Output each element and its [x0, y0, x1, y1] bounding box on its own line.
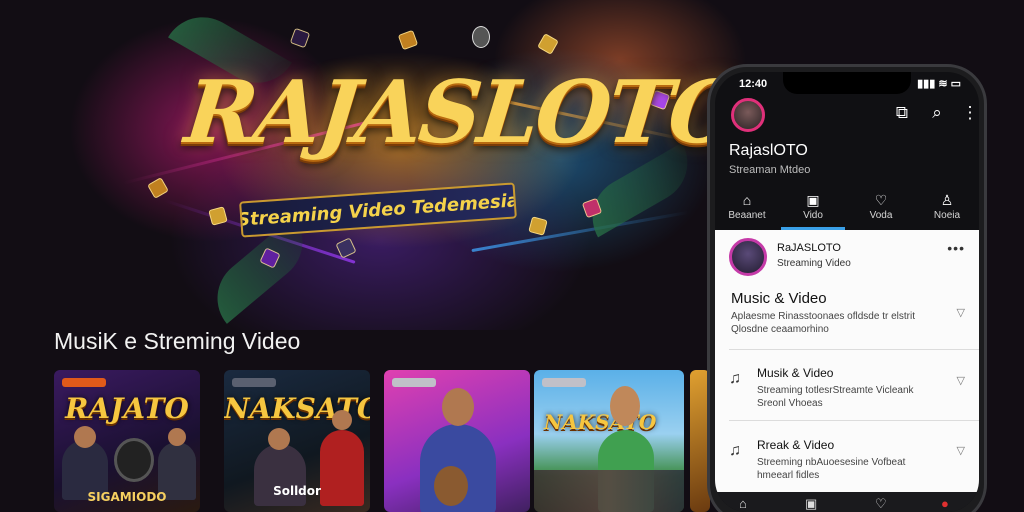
status-bar: 12:40 ▮▮▮ ≋ ▭ [715, 72, 979, 94]
channel-avatar[interactable] [731, 98, 765, 132]
slot-chip-icon [208, 206, 228, 226]
list-item-title[interactable]: Rreak & Video [757, 438, 834, 452]
more-icon[interactable]: ⋮ [959, 102, 979, 124]
microphone-icon [472, 26, 490, 48]
divider [729, 349, 979, 350]
home-icon: ⌂ [742, 192, 752, 208]
tab-label: Voda [869, 210, 893, 221]
tab-home[interactable]: ⌂ Beaanet [715, 186, 779, 230]
slot-chip-icon [537, 33, 559, 55]
video-card[interactable]: NAKSATO [534, 370, 684, 512]
rajasloto-logo: RAJASLOTO [180, 62, 747, 163]
performer-head [74, 426, 96, 448]
crowd-figure [534, 470, 684, 512]
chevron-down-icon[interactable]: ▽ [957, 444, 965, 457]
bell-icon[interactable]: ♫ [729, 442, 741, 460]
cast-icon[interactable]: ⧉ [891, 102, 913, 124]
card-caption: SIGAMIODO [87, 490, 167, 504]
post-avatar[interactable] [729, 238, 767, 276]
content-panel: RaJASLOTO Streaming Video ••• Music & Vi… [715, 230, 979, 492]
tab-profile[interactable]: ♙ Noeia [915, 186, 979, 230]
performer-head [268, 428, 290, 450]
performer-head [442, 388, 474, 426]
video-icon: ▣ [806, 192, 820, 208]
list-item-title[interactable]: Musik & Video [757, 366, 833, 380]
card-badge [542, 378, 586, 387]
video-card[interactable] [384, 370, 530, 512]
post-author[interactable]: RaJASLOTO [777, 242, 841, 254]
nav-home-icon[interactable]: ⌂ [739, 496, 747, 511]
channel-title: RajaslOTO [729, 142, 808, 159]
card-art-title: RAJATO [65, 392, 189, 425]
list-item-title[interactable]: Music & Video [731, 290, 827, 307]
list-item-desc: hmeearl fidles [757, 470, 820, 481]
list-item-desc: Aplaesme Rinasstoonaes ofldsde tr elstri… [731, 311, 915, 322]
status-icons: ▮▮▮ ≋ ▭ [917, 78, 961, 90]
speaker-figure [114, 438, 154, 482]
video-card[interactable]: NAKSATO Solldor [224, 370, 370, 512]
tab-favorites[interactable]: ♡ Voda [849, 186, 913, 230]
list-item-desc: Streaming totlesrStreamte Vicleank [757, 385, 914, 396]
more-options-icon[interactable]: ••• [947, 240, 965, 256]
nav-video-icon[interactable]: ▣ [805, 496, 817, 512]
channel-tabs: ⌂ Beaanet ▣ Vido ♡ Voda ♙ Noeia [715, 186, 979, 230]
tab-label: Beaanet [728, 210, 766, 221]
guitar-figure [434, 466, 468, 506]
video-card[interactable]: RAJATO SIGAMIODO [54, 370, 200, 512]
tab-label: Noeia [933, 210, 961, 221]
post-subtitle: Streaming Video [777, 258, 851, 269]
phone-screen: 12:40 ▮▮▮ ≋ ▭ ⧉ ⌕ ⋮ RajaslOTO Streaman M… [715, 72, 979, 512]
slot-chip-icon [147, 177, 169, 199]
nav-record-icon[interactable]: ● [941, 496, 949, 511]
bottom-nav: ⌂ ▣ ♡ ● [715, 492, 979, 512]
chevron-down-icon[interactable]: ▽ [957, 306, 965, 319]
card-badge [392, 378, 436, 387]
slot-chip-icon [397, 29, 419, 51]
tab-label: Vido [803, 210, 823, 221]
card-badge [62, 378, 106, 387]
performer-head [610, 386, 640, 426]
card-art-title: NAKSATO [544, 410, 657, 434]
performer-head [332, 410, 352, 430]
list-item-desc: Qlosdne ceaamorhino [731, 324, 829, 335]
heart-icon: ♡ [874, 192, 888, 208]
section-title: MusiK e Streming Video [54, 328, 301, 354]
list-item-desc: Streeming nbAuoesesine Vofbeat [757, 457, 906, 468]
search-icon[interactable]: ⌕ [926, 102, 948, 124]
divider [729, 420, 979, 421]
tagline-ribbon: Streaming Video Tedemesia [239, 182, 517, 238]
chevron-down-icon[interactable]: ▽ [957, 374, 965, 387]
slot-chip-icon [528, 216, 548, 236]
nav-heart-icon[interactable]: ♡ [875, 496, 887, 512]
status-time: 12:40 [739, 78, 768, 90]
profile-icon: ♙ [940, 192, 954, 208]
bell-icon[interactable]: ♫ [729, 370, 741, 388]
card-badge [232, 378, 276, 387]
tab-video[interactable]: ▣ Vido [781, 186, 845, 230]
performer-head [168, 428, 186, 446]
card-caption: Solldor [273, 484, 321, 498]
slot-chip-icon [289, 27, 311, 49]
channel-subtitle: Streaman Mtdeo [729, 164, 811, 176]
list-item-desc: Sreonl Vhoeas [757, 398, 823, 409]
